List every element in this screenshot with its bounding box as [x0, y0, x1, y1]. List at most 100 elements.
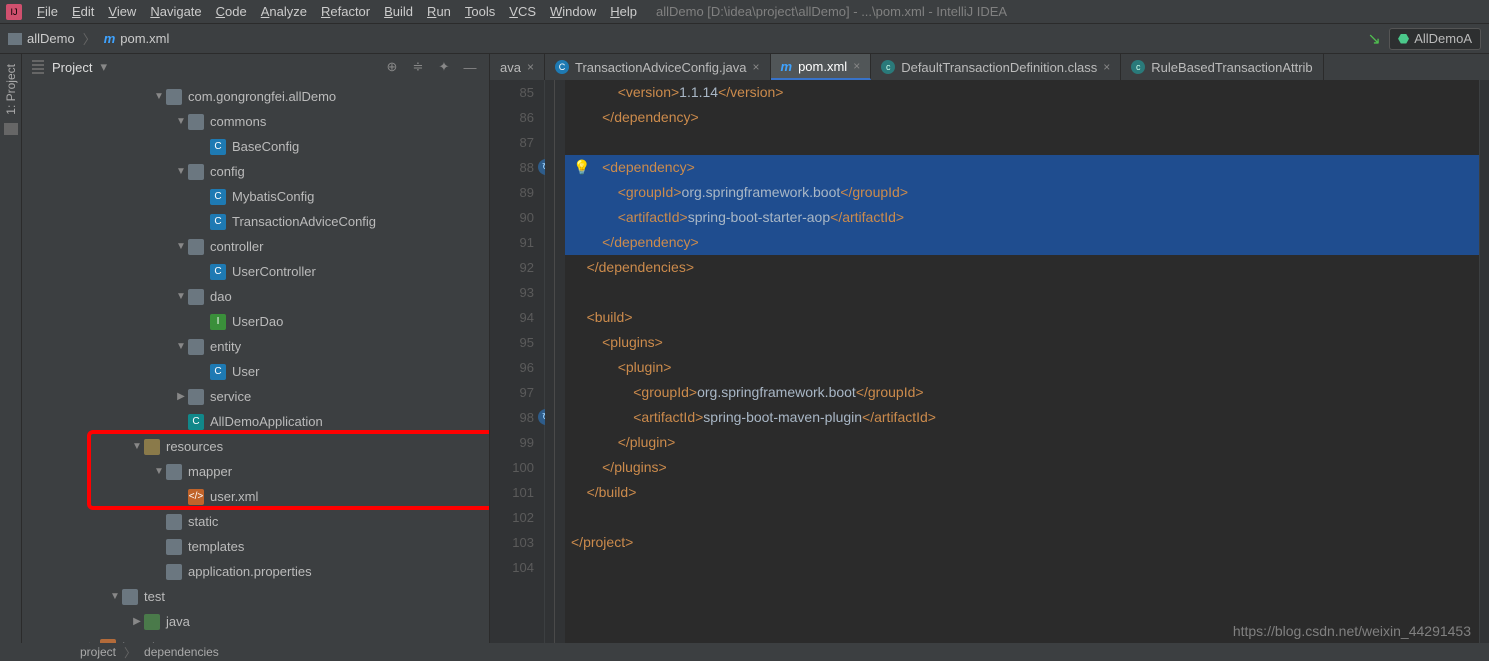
code-line[interactable]: </dependencies>	[565, 255, 1479, 280]
tree-item[interactable]: ▼com.gongrongfei.allDemo	[22, 84, 489, 109]
tree-item[interactable]: ▶target	[22, 634, 489, 643]
tree-item[interactable]: CMybatisConfig	[22, 184, 489, 209]
line-number[interactable]: 87	[490, 130, 534, 155]
tree-item[interactable]: CTransactionAdviceConfig	[22, 209, 489, 234]
menu-file[interactable]: File	[30, 4, 65, 19]
tree-item[interactable]: CAllDemoApplication	[22, 409, 489, 434]
code-line[interactable]	[565, 130, 1479, 155]
line-number[interactable]: 90	[490, 205, 534, 230]
code-line[interactable]: <artifactId>spring-boot-starter-aop</art…	[565, 205, 1479, 230]
code-line[interactable]: <version>1.1.14</version>	[565, 80, 1479, 105]
line-number[interactable]: 101	[490, 480, 534, 505]
tree-item[interactable]: IUserDao	[22, 309, 489, 334]
code-line[interactable]: </dependency>	[565, 230, 1479, 255]
tree-item[interactable]: CUserController	[22, 259, 489, 284]
disclosure-arrow-icon[interactable]: ▼	[108, 591, 122, 602]
tree-item[interactable]: ▼config	[22, 159, 489, 184]
line-number[interactable]: 91	[490, 230, 534, 255]
code-line[interactable]: <plugin>	[565, 355, 1479, 380]
line-number[interactable]: 93	[490, 280, 534, 305]
code-area[interactable]: 💡 <version>1.1.14</version> </dependency…	[565, 80, 1479, 643]
tree-item[interactable]: ▶service	[22, 384, 489, 409]
intention-bulb-icon[interactable]: 💡	[573, 159, 590, 176]
collapse-icon[interactable]: ≑	[409, 59, 427, 75]
line-number[interactable]: 96	[490, 355, 534, 380]
editor-breadcrumb[interactable]: project 〉 dependencies	[0, 643, 1489, 661]
disclosure-arrow-icon[interactable]: ▼	[174, 116, 188, 127]
code-line[interactable]: </dependency>	[565, 105, 1479, 130]
project-tree[interactable]: ▼com.gongrongfei.allDemo▼commonsCBaseCon…	[22, 80, 489, 643]
tree-item[interactable]: ▼controller	[22, 234, 489, 259]
line-number[interactable]: 95	[490, 330, 534, 355]
build-icon[interactable]: ↘	[1367, 29, 1380, 49]
editor-tab[interactable]: cRuleBasedTransactionAttrib	[1121, 54, 1323, 80]
tree-item[interactable]: ▼commons	[22, 109, 489, 134]
disclosure-arrow-icon[interactable]: ▼	[152, 466, 166, 477]
structure-tab-icon[interactable]	[4, 123, 18, 135]
drag-handle-icon[interactable]	[32, 60, 44, 74]
crumb-2[interactable]: dependencies	[144, 645, 219, 659]
disclosure-arrow-icon[interactable]: ▼	[174, 241, 188, 252]
menu-view[interactable]: View	[101, 4, 143, 19]
code-line[interactable]: <groupId>org.springframework.boot</group…	[565, 380, 1479, 405]
line-number[interactable]: 102	[490, 505, 534, 530]
fold-strip[interactable]	[545, 80, 565, 643]
code-line[interactable]: </build>	[565, 480, 1479, 505]
line-number[interactable]: 88↻	[490, 155, 534, 180]
hide-icon[interactable]: —	[461, 60, 479, 75]
code-line[interactable]: </project>	[565, 530, 1479, 555]
run-config-selector[interactable]: ⬣ AllDemoA	[1389, 28, 1481, 50]
line-gutter[interactable]: 85868788↻89909192939495969798↻9910010110…	[490, 80, 545, 643]
code-line[interactable]: </plugin>	[565, 430, 1479, 455]
code-line[interactable]: <groupId>org.springframework.boot</group…	[565, 180, 1479, 205]
close-icon[interactable]: ×	[853, 59, 860, 73]
tree-item[interactable]: ▼test	[22, 584, 489, 609]
line-number[interactable]: 104	[490, 555, 534, 580]
tree-item[interactable]: templates	[22, 534, 489, 559]
tree-item[interactable]: CUser	[22, 359, 489, 384]
tree-item[interactable]: ▼dao	[22, 284, 489, 309]
tree-item[interactable]: ▼resources	[22, 434, 489, 459]
close-icon[interactable]: ×	[1103, 60, 1110, 74]
code-line[interactable]: <build>	[565, 305, 1479, 330]
line-number[interactable]: 94	[490, 305, 534, 330]
tree-item[interactable]: ▼mapper	[22, 459, 489, 484]
error-stripe[interactable]	[1479, 80, 1489, 643]
line-number[interactable]: 92	[490, 255, 534, 280]
tree-item[interactable]: ▶java	[22, 609, 489, 634]
editor-tab[interactable]: mpom.xml×	[771, 54, 872, 80]
line-number[interactable]: 99	[490, 430, 534, 455]
disclosure-arrow-icon[interactable]: ▼	[130, 441, 144, 452]
disclosure-arrow-icon[interactable]: ▼	[152, 91, 166, 102]
tree-item[interactable]: application.properties	[22, 559, 489, 584]
line-number[interactable]: 85	[490, 80, 534, 105]
disclosure-arrow-icon[interactable]: ▶	[86, 641, 100, 643]
line-number[interactable]: 97	[490, 380, 534, 405]
line-number[interactable]: 86	[490, 105, 534, 130]
project-tab-vertical[interactable]: 1: Project	[4, 64, 18, 115]
code-line[interactable]: <dependency>	[565, 155, 1479, 180]
disclosure-arrow-icon[interactable]: ▼	[174, 166, 188, 177]
menu-refactor[interactable]: Refactor	[314, 4, 377, 19]
disclosure-arrow-icon[interactable]: ▶	[130, 616, 144, 627]
target-icon[interactable]: ⊕	[383, 59, 401, 75]
line-number[interactable]: 98↻	[490, 405, 534, 430]
gear-icon[interactable]: ✦	[435, 59, 453, 75]
chevron-down-icon[interactable]: ▾	[100, 59, 107, 75]
crumb-1[interactable]: project	[80, 645, 116, 659]
menu-navigate[interactable]: Navigate	[143, 4, 208, 19]
menu-run[interactable]: Run	[420, 4, 458, 19]
disclosure-arrow-icon[interactable]: ▼	[174, 291, 188, 302]
disclosure-arrow-icon[interactable]: ▶	[174, 391, 188, 402]
breadcrumb[interactable]: allDemo 〉 m pom.xml	[8, 29, 169, 48]
code-line[interactable]: <plugins>	[565, 330, 1479, 355]
editor-tab[interactable]: cDefaultTransactionDefinition.class×	[871, 54, 1121, 80]
menu-vcs[interactable]: VCS	[502, 4, 543, 19]
editor-tab[interactable]: ava×	[490, 54, 545, 80]
line-number[interactable]: 100	[490, 455, 534, 480]
line-number[interactable]: 103	[490, 530, 534, 555]
tree-item[interactable]: CBaseConfig	[22, 134, 489, 159]
disclosure-arrow-icon[interactable]: ▼	[174, 341, 188, 352]
menu-help[interactable]: Help	[603, 4, 644, 19]
tree-item[interactable]: static	[22, 509, 489, 534]
